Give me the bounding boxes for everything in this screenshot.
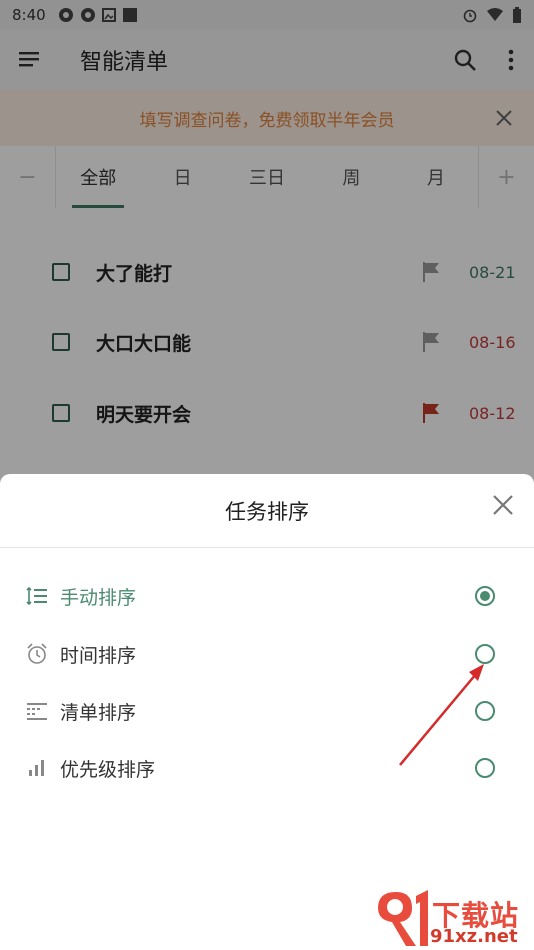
watermark: 下载站 91xz.net: [372, 886, 534, 950]
annotation-arrow: [399, 664, 484, 766]
watermark-url: 91xz.net: [430, 926, 518, 947]
watermark-logo-icon: [378, 890, 428, 946]
